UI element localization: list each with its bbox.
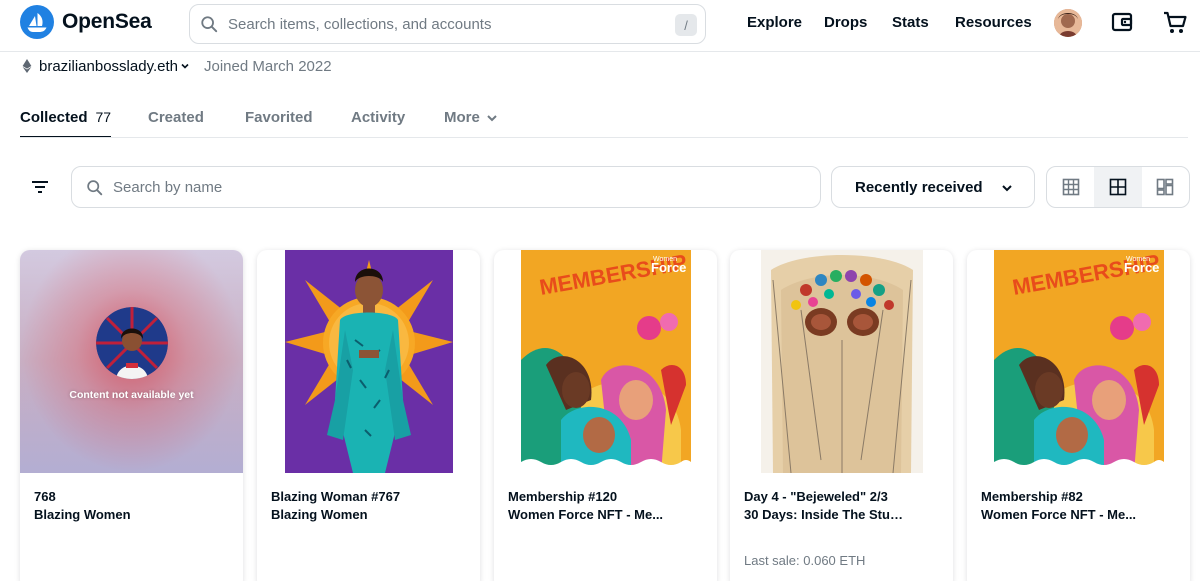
grid-large-icon — [1109, 178, 1127, 196]
tab-created[interactable]: Created — [148, 104, 204, 138]
ethereum-icon — [22, 59, 32, 73]
nft-title: Membership #82 — [981, 489, 1083, 504]
bejeweled-artwork — [760, 250, 923, 473]
tab-more[interactable]: More — [444, 104, 498, 138]
nft-media: Content not available yet — [20, 250, 243, 473]
profile-avatar[interactable] — [1054, 9, 1082, 37]
nft-card[interactable]: MEMBERSHIP Women Force Membership #82 Wo… — [967, 250, 1190, 581]
tab-more-label: More — [444, 109, 480, 126]
search-icon — [200, 15, 218, 33]
tab-collected[interactable]: Collected 77 — [20, 104, 112, 138]
chevron-down-icon[interactable] — [180, 61, 190, 71]
sort-selected-label: Recently received — [855, 178, 983, 196]
collection-badge-image — [96, 307, 168, 379]
content-unavailable-text: Content not available yet — [69, 389, 194, 401]
name-search-input[interactable] — [113, 178, 793, 196]
cart-icon[interactable] — [1162, 10, 1188, 36]
tab-favorited[interactable]: Favorited — [245, 104, 313, 138]
nft-card[interactable]: MEMBERSHIP Women Force Membership #120 W… — [494, 250, 717, 581]
nft-media — [257, 250, 480, 473]
tabs-divider — [20, 137, 1188, 138]
nft-collection: Blazing Women — [271, 507, 368, 522]
nft-title: Membership #120 — [508, 489, 618, 504]
nav-explore[interactable]: Explore — [747, 14, 802, 31]
last-sale-price: Last sale: 0.060 ETH — [744, 553, 866, 568]
force-word: Force — [1124, 260, 1159, 275]
view-toggle — [1046, 166, 1190, 208]
top-navbar: OpenSea / Explore Drops Stats Resources — [0, 0, 1200, 52]
membership-artwork: MEMBERSHIP Women Force — [520, 250, 691, 473]
filter-icon[interactable] — [30, 177, 50, 197]
nft-title: 768 — [34, 489, 56, 504]
nft-card[interactable]: Day 4 - "Bejeweled" 2/3 30 Days: Inside … — [730, 250, 953, 581]
grid-large-view-button[interactable] — [1094, 167, 1142, 207]
global-search[interactable]: / — [189, 4, 706, 44]
chevron-down-icon — [487, 115, 497, 122]
opensea-logo[interactable]: OpenSea — [20, 5, 152, 39]
nft-media: MEMBERSHIP Women Force — [967, 250, 1190, 473]
nft-title: Day 4 - "Bejeweled" 2/3 — [744, 489, 888, 504]
search-icon — [86, 179, 103, 196]
tab-collected-label: Collected — [20, 109, 88, 126]
membership-artwork: MEMBERSHIP Women Force — [993, 250, 1164, 473]
nft-media: MEMBERSHIP Women Force — [494, 250, 717, 473]
nft-card[interactable]: Blazing Woman #767 Blazing Women — [257, 250, 480, 581]
nft-collection: Women Force NFT - Me... — [508, 507, 664, 522]
grid-small-icon — [1062, 178, 1079, 196]
global-search-input[interactable] — [228, 15, 668, 33]
force-word: Force — [651, 260, 686, 275]
profile-tabs: Collected 77 Created Favorited Activity … — [0, 104, 1200, 138]
joined-date: Joined March 2022 — [203, 57, 332, 75]
chevron-down-icon — [1002, 185, 1012, 192]
nav-stats[interactable]: Stats — [892, 14, 929, 31]
nft-card[interactable]: Content not available yet 768 Blazing Wo… — [20, 250, 243, 581]
tab-activity[interactable]: Activity — [351, 104, 405, 138]
wallet-icon[interactable] — [1110, 10, 1134, 34]
profile-meta: brazilianbosslady.eth Joined March 2022 — [22, 57, 332, 75]
tab-collected-count: 77 — [95, 109, 112, 125]
nft-collection: Women Force NFT - Me... — [981, 507, 1137, 522]
masonry-view-button[interactable] — [1142, 167, 1189, 207]
sort-dropdown[interactable]: Recently received — [831, 166, 1035, 208]
blazing-woman-artwork — [284, 250, 453, 473]
nft-media — [730, 250, 953, 473]
masonry-icon — [1157, 178, 1174, 196]
nft-collection: 30 Days: Inside The Studi... — [744, 507, 904, 522]
logo-text: OpenSea — [62, 10, 152, 33]
wallet-address[interactable]: brazilianbosslady.eth — [39, 58, 178, 75]
grid-small-view-button[interactable] — [1047, 167, 1094, 207]
nav-resources[interactable]: Resources — [955, 14, 1032, 31]
search-shortcut-hint: / — [675, 14, 697, 36]
name-search[interactable] — [71, 166, 821, 208]
nft-title: Blazing Woman #767 — [271, 489, 401, 504]
nft-collection: Blazing Women — [34, 507, 131, 522]
opensea-logo-icon — [20, 5, 54, 39]
nav-drops[interactable]: Drops — [824, 14, 867, 31]
